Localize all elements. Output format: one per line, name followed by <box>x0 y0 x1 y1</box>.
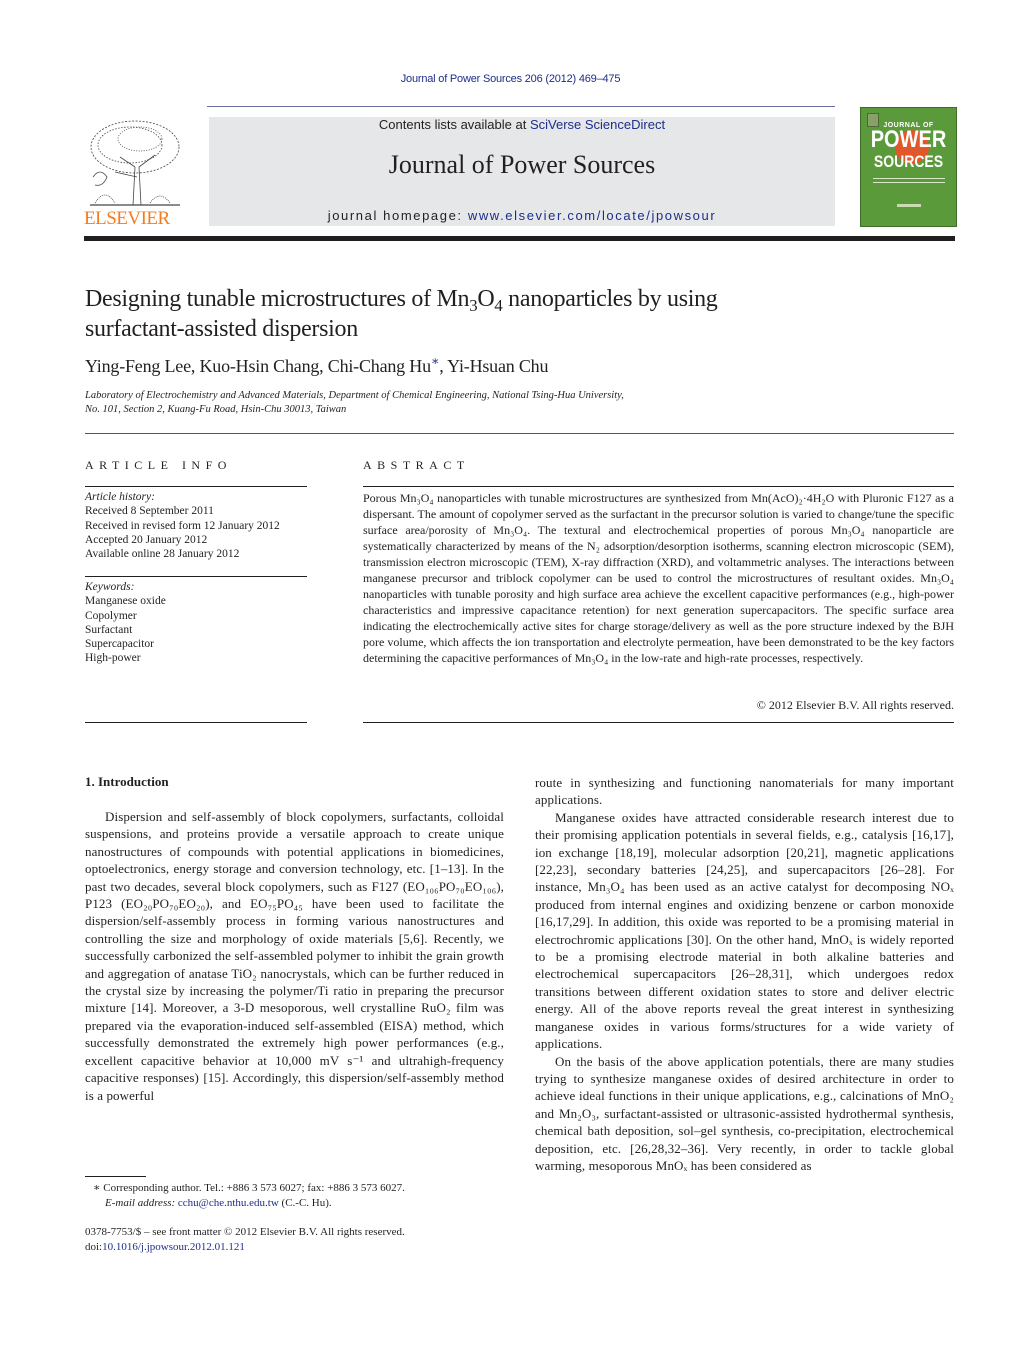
keyword-item: Supercapacitor <box>85 638 154 651</box>
cover-signature <box>897 204 921 207</box>
abstract-copyright: © 2012 Elsevier B.V. All rights reserved… <box>756 698 954 712</box>
keyword-item: High-power <box>85 652 141 665</box>
corresponding-text: ∗ Corresponding author. Tel.: +886 3 573… <box>93 1182 405 1194</box>
email-line: E-mail address: cchu@che.nthu.edu.tw (C.… <box>93 1196 513 1211</box>
cover-line2: POWER <box>870 126 947 154</box>
email-link[interactable]: cchu@che.nthu.edu.tw <box>178 1197 279 1209</box>
history-item: Available online 28 January 2012 <box>85 548 240 561</box>
title-text: nanoparticles by using <box>502 286 718 312</box>
paragraph: Dispersion and self-assembly of block co… <box>85 809 504 1103</box>
history-item: Accepted 20 January 2012 <box>85 533 208 546</box>
affiliation-line: No. 101, Section 2, Kuang-Fu Road, Hsin-… <box>85 404 347 415</box>
paragraph: Manganese oxides have attracted consider… <box>535 809 954 1052</box>
divider <box>363 486 954 487</box>
paragraph: On the basis of the above application po… <box>535 1053 954 1173</box>
paragraph: route in synthesizing and functioning na… <box>535 775 954 808</box>
author-list: Ying-Feng Lee, Kuo-Hsin Chang, Chi-Chang… <box>85 354 549 377</box>
corresponding-author-mark[interactable]: ∗ <box>431 354 440 368</box>
doi-label: doi: <box>85 1240 103 1253</box>
homepage-link[interactable]: www.elsevier.com/locate/jpowsour <box>468 208 716 223</box>
abstract-text: Porous Mn₃O₄ nanoparticles with tunable … <box>363 491 954 665</box>
article-history: Article history: Received 8 September 20… <box>85 490 315 561</box>
article-title: Designing tunable microstructures of Mn3… <box>85 284 935 344</box>
contents-prefix: Contents lists available at <box>378 117 530 132</box>
keyword-item: Surfactant <box>85 623 133 636</box>
body-column-left: Dispersion and self-assembly of block co… <box>85 808 504 1104</box>
abstract-heading: ABSTRACT <box>363 458 470 472</box>
history-item: Received 8 September 2011 <box>85 505 214 518</box>
elsevier-wordmark: ELSEVIER <box>84 208 170 229</box>
title-text: O <box>477 286 495 312</box>
publication-info: 0378-7753/$ – see front matter © 2012 El… <box>85 1225 525 1254</box>
divider <box>363 722 954 723</box>
history-label: Article history: <box>85 491 155 503</box>
authors-text: , Yi-Hsuan Chu <box>439 356 549 376</box>
sciencedirect-link[interactable]: SciVerse ScienceDirect <box>530 117 665 132</box>
cover-subtitle-line <box>873 182 945 183</box>
email-suffix: (C.-C. Hu). <box>278 1196 332 1209</box>
email-label: E-mail address: <box>105 1196 178 1209</box>
article-info-heading: ARTICLE INFO <box>85 458 232 472</box>
corresponding-author-footnote: ∗ Corresponding author. Tel.: +886 3 573… <box>93 1181 513 1210</box>
journal-reference-link[interactable]: Journal of Power Sources 206 (2012) 469–… <box>401 73 621 85</box>
header-rule <box>207 106 835 107</box>
keyword-item: Copolymer <box>85 609 137 622</box>
divider <box>85 722 307 723</box>
footnote-rule <box>85 1176 146 1177</box>
keyword-item: Manganese oxide <box>85 595 166 608</box>
journal-reference[interactable]: Journal of Power Sources 206 (2012) 469–… <box>0 73 1021 85</box>
doi-link[interactable]: 10.1016/j.jpowsour.2012.01.121 <box>102 1241 245 1253</box>
body-column-right: route in synthesizing and functioning na… <box>535 774 954 1174</box>
title-text: Designing tunable microstructures of Mn <box>85 286 470 312</box>
journal-title: Journal of Power Sources <box>388 150 656 179</box>
cover-line3: SOURCES <box>873 151 944 171</box>
authors-text: Ying-Feng Lee, Kuo-Hsin Chang, Chi-Chang… <box>85 356 431 376</box>
doi-line: doi:10.1016/j.jpowsour.2012.01.121 <box>85 1240 525 1255</box>
keywords-label: Keywords: <box>85 581 135 593</box>
journal-cover-image[interactable]: JOURNAL OF POWER SOURCES <box>860 107 957 227</box>
affiliation: Laboratory of Electrochemistry and Advan… <box>85 389 785 417</box>
contents-line: Contents lists available at SciVerse Sci… <box>209 117 835 132</box>
affiliation-line: Laboratory of Electrochemistry and Advan… <box>85 390 624 401</box>
issn-line: 0378-7753/$ – see front matter © 2012 El… <box>85 1226 405 1238</box>
divider <box>85 433 954 434</box>
history-item: Received in revised form 12 January 2012 <box>85 519 280 532</box>
homepage-label: journal homepage: <box>327 208 468 223</box>
title-text: surfactant-assisted dispersion <box>85 316 358 342</box>
divider <box>85 486 307 487</box>
keywords: Keywords: Manganese oxide Copolymer Surf… <box>85 580 315 666</box>
cover-subtitle-line <box>873 178 945 179</box>
header-thick-rule <box>84 236 955 241</box>
section-heading-introduction: 1. Introduction <box>85 774 169 789</box>
journal-homepage: journal homepage: www.elsevier.com/locat… <box>209 208 835 223</box>
divider <box>85 576 307 577</box>
